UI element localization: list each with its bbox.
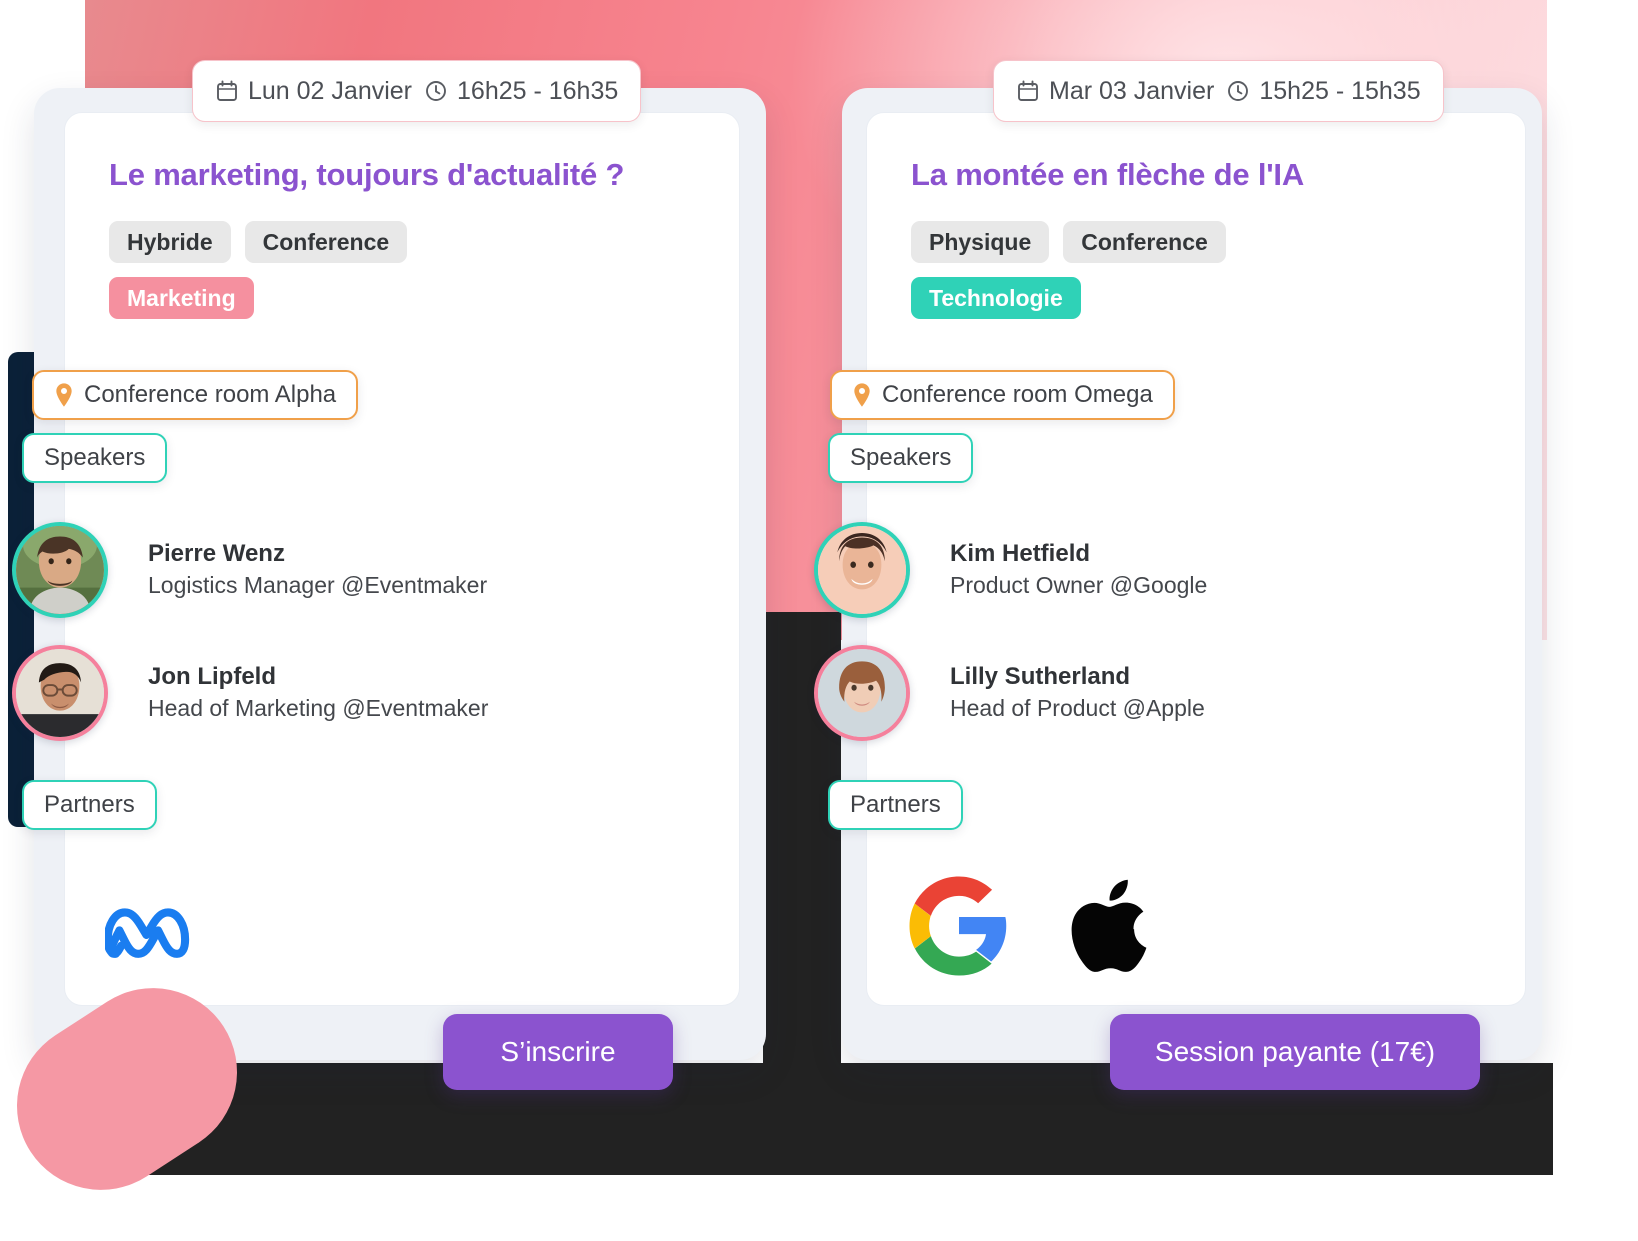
tag-row-secondary: Marketing <box>109 277 695 319</box>
tag-row: Hybride Conference <box>109 221 695 263</box>
speaker-row[interactable]: Kim Hetfield Product Owner @Google <box>814 522 1207 618</box>
speakers-section-chip-right: Speakers <box>828 433 974 483</box>
session-title: La montée en flèche de l'IA <box>911 157 1305 192</box>
time-text: 16h25 - 16h35 <box>457 76 619 105</box>
speaker-name: Jon Lipfeld <box>148 663 276 691</box>
speaker-role: Product Owner @Google <box>950 572 1208 599</box>
tag-topic[interactable]: Marketing <box>109 277 254 319</box>
speaker-info: Lilly Sutherland Head of Product @Apple <box>950 662 1205 724</box>
apple-logo <box>1061 872 1169 980</box>
avatar <box>12 645 108 741</box>
google-logo <box>905 872 1013 980</box>
clock-icon <box>1226 79 1250 103</box>
speaker-info: Pierre Wenz Logistics Manager @Eventmake… <box>148 539 487 601</box>
register-button[interactable]: S’inscrire <box>443 1014 673 1090</box>
speaker-row[interactable]: Lilly Sutherland Head of Product @Apple <box>814 645 1205 741</box>
speaker-role: Head of Product @Apple <box>950 695 1205 722</box>
speakers-label: Speakers <box>44 444 146 471</box>
location-label: Conference room Omega <box>882 381 1153 408</box>
location-chip-left[interactable]: Conference room Alpha <box>32 370 359 420</box>
speaker-info: Jon Lipfeld Head of Marketing @Eventmake… <box>148 662 488 724</box>
partners-label: Partners <box>850 791 941 818</box>
card-content-left: Le marketing, toujours d'actualité ? Hyb… <box>65 113 739 319</box>
avatar <box>814 522 910 618</box>
tag-format[interactable]: Hybride <box>109 221 231 263</box>
tag-row-secondary: Technologie <box>911 277 1481 319</box>
speaker-role: Logistics Manager @Eventmaker <box>148 572 488 599</box>
speaker-name: Lilly Sutherland <box>950 663 1131 691</box>
time-group: 15h25 - 15h35 <box>1226 76 1421 106</box>
time-text: 15h25 - 15h35 <box>1259 76 1421 105</box>
location-label: Conference room Alpha <box>84 381 337 408</box>
map-pin-icon <box>852 383 872 407</box>
speaker-name: Pierre Wenz <box>148 540 285 568</box>
speakers-label: Speakers <box>850 444 952 471</box>
session-title: Le marketing, toujours d'actualité ? <box>109 157 625 192</box>
meta-logo <box>105 880 213 988</box>
tag-format[interactable]: Physique <box>911 221 1050 263</box>
session-cards-stage: Le marketing, toujours d'actualité ? Hyb… <box>0 0 1638 1241</box>
calendar-icon <box>215 79 239 103</box>
clock-icon <box>424 79 448 103</box>
partner-logos-right <box>905 872 1169 980</box>
speaker-role: Head of Marketing @Eventmaker <box>148 695 489 722</box>
date-text: Lun 02 Janvier <box>248 76 413 105</box>
speakers-section-chip-left: Speakers <box>22 433 168 483</box>
date-text: Mar 03 Janvier <box>1049 76 1215 105</box>
avatar <box>814 645 910 741</box>
location-chip-right[interactable]: Conference room Omega <box>830 370 1175 420</box>
speaker-name: Kim Hetfield <box>950 540 1091 568</box>
calendar-icon <box>1016 79 1040 103</box>
tag-row: Physique Conference <box>911 221 1481 263</box>
tag-type[interactable]: Conference <box>244 221 408 263</box>
speaker-row[interactable]: Jon Lipfeld Head of Marketing @Eventmake… <box>12 645 488 741</box>
date-badge-left: Lun 02 Janvier 16h25 - 16h35 <box>192 60 642 122</box>
date-group: Lun 02 Janvier <box>215 77 412 106</box>
partners-section-chip-left: Partners <box>22 780 157 830</box>
date-badge-right: Mar 03 Janvier 15h25 - 15h35 <box>993 60 1444 122</box>
avatar <box>12 522 108 618</box>
date-group: Mar 03 Janvier <box>1016 77 1214 106</box>
partners-label: Partners <box>44 791 135 818</box>
tag-type[interactable]: Conference <box>1063 221 1226 263</box>
paid-session-button[interactable]: Session payante (17€) <box>1110 1014 1480 1090</box>
time-group: 16h25 - 16h35 <box>424 77 618 106</box>
partner-logos-left <box>105 880 213 988</box>
tag-topic[interactable]: Technologie <box>911 277 1081 319</box>
speaker-row[interactable]: Pierre Wenz Logistics Manager @Eventmake… <box>12 522 487 618</box>
card-content-right: La montée en flèche de l'IA Physique Con… <box>867 113 1525 319</box>
partners-section-chip-right: Partners <box>828 780 963 830</box>
speaker-info: Kim Hetfield Product Owner @Google <box>950 539 1207 601</box>
map-pin-icon <box>54 383 74 407</box>
